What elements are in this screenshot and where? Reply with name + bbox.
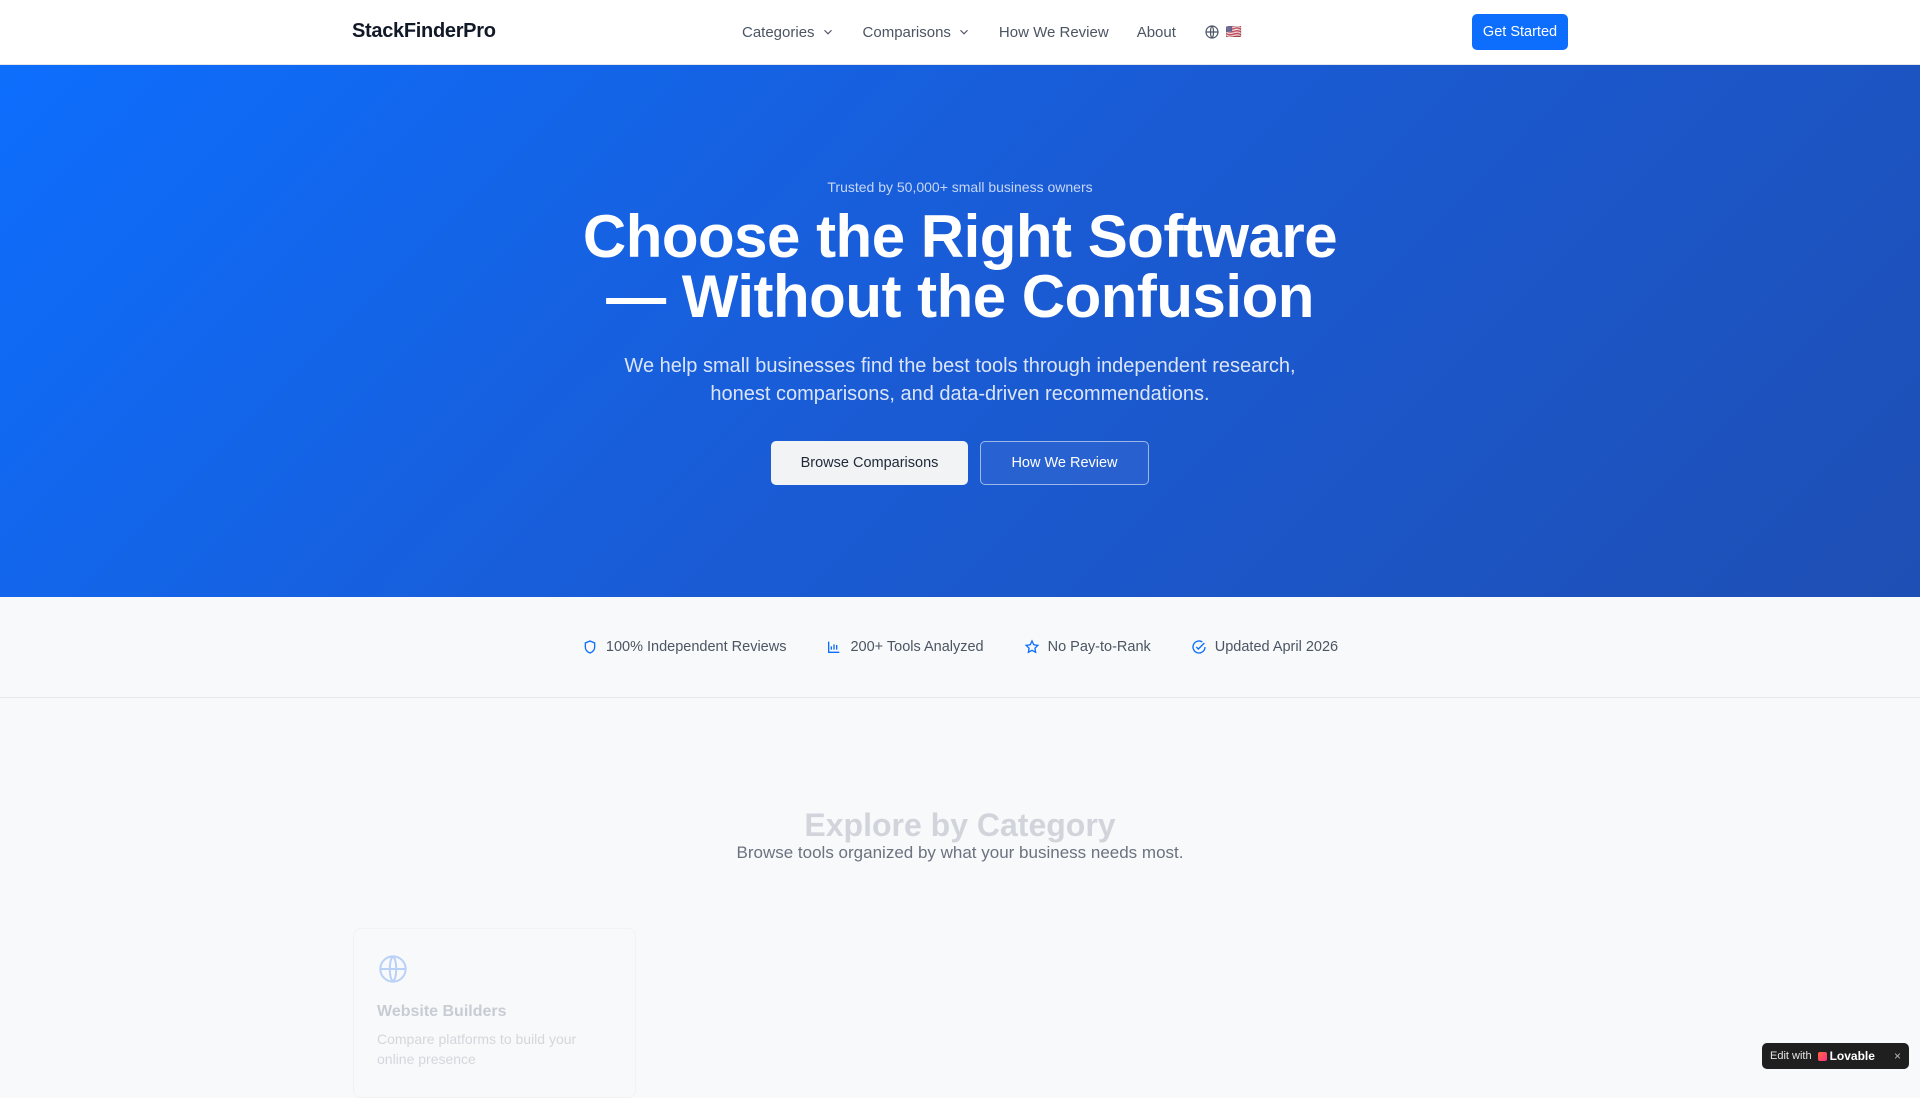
lovable-logo: Lovable [1817, 1049, 1875, 1063]
hero-title: Choose the Right Software — Without the … [460, 207, 1460, 327]
how-we-review-button[interactable]: How We Review [980, 441, 1149, 485]
section-subtitle: Browse tools organized by what your busi… [736, 843, 1184, 862]
flag-icon: 🇺🇸 [1225, 24, 1243, 39]
bar-chart-icon [828, 641, 840, 653]
site-header: StackFinderPro Categories Comparisons Ho… [0, 0, 1920, 65]
get-started-button[interactable]: Get Started [1472, 14, 1568, 50]
nav-label: Comparisons [862, 23, 951, 41]
badge-brand-label: Lovable [1829, 1049, 1875, 1063]
badge-prefix: Edit with [1770, 1050, 1812, 1062]
logo[interactable]: StackFinderPro [352, 20, 496, 43]
hero-buttons: Browse Comparisons How We Review [0, 441, 1920, 485]
globe-icon [379, 955, 407, 983]
nav-comparisons[interactable]: Comparisons [863, 24, 971, 41]
card-description: Compare platforms to build your online p… [377, 1031, 577, 1067]
hero-subtitle-line: We help small businesses find the best t… [624, 355, 1296, 377]
hero-title-line: Choose the Right Software [582, 203, 1338, 270]
trust-item: Updated April 2026 [1191, 639, 1338, 655]
nav-label: Categories [742, 23, 815, 41]
shield-icon [584, 640, 596, 654]
hero-subtitle: We help small businesses find the best t… [560, 352, 1360, 408]
trust-item: No Pay-to-Rank [1024, 639, 1151, 655]
category-card-website-builders[interactable]: Website Builders Compare platforms to bu… [353, 928, 636, 1098]
nav-how-we-review[interactable]: How We Review [999, 24, 1109, 41]
browse-comparisons-button[interactable]: Browse Comparisons [771, 441, 968, 485]
category-section: Explore by Category Browse tools organiz… [0, 698, 1920, 1098]
language-switcher[interactable]: 🇺🇸 [1204, 24, 1242, 40]
trust-item: 200+ Tools Analyzed [826, 639, 984, 655]
star-icon [1024, 639, 1039, 654]
nav-categories[interactable]: Categories [742, 24, 835, 41]
nav-label: How We Review [998, 23, 1109, 41]
check-circle-icon [1192, 640, 1206, 654]
hero-title-line: — Without the Confusion [606, 263, 1314, 330]
trust-item: 100% Independent Reviews [582, 639, 787, 655]
hero-section: Trusted by 50,000+ small business owners… [0, 65, 1920, 597]
trust-label: 100% Independent Reviews [605, 639, 787, 655]
lovable-heart-icon [1817, 1051, 1827, 1061]
trust-bar: 100% Independent Reviews 200+ Tools Anal… [0, 597, 1920, 698]
trusted-tagline: Trusted by 50,000+ small business owners [827, 179, 1093, 195]
trust-label: No Pay-to-Rank [1047, 639, 1151, 655]
edit-with-lovable-badge[interactable]: Edit with Lovable × [1762, 1043, 1909, 1069]
trust-label: Updated April 2026 [1214, 639, 1339, 655]
nav-label: About [1136, 23, 1176, 41]
close-icon[interactable]: × [1894, 1049, 1901, 1063]
card-title: Website Builders [377, 1003, 507, 1020]
chevron-down-icon [960, 29, 968, 35]
globe-icon [1205, 25, 1219, 39]
nav-about[interactable]: About [1137, 24, 1176, 41]
main-nav: Categories Comparisons How We Review Abo… [742, 0, 1242, 64]
section-title: Explore by Category [804, 807, 1116, 843]
chevron-down-icon [823, 29, 832, 35]
trust-label: 200+ Tools Analyzed [850, 639, 984, 655]
hero-subtitle-line: honest comparisons, and data-driven reco… [710, 383, 1210, 405]
